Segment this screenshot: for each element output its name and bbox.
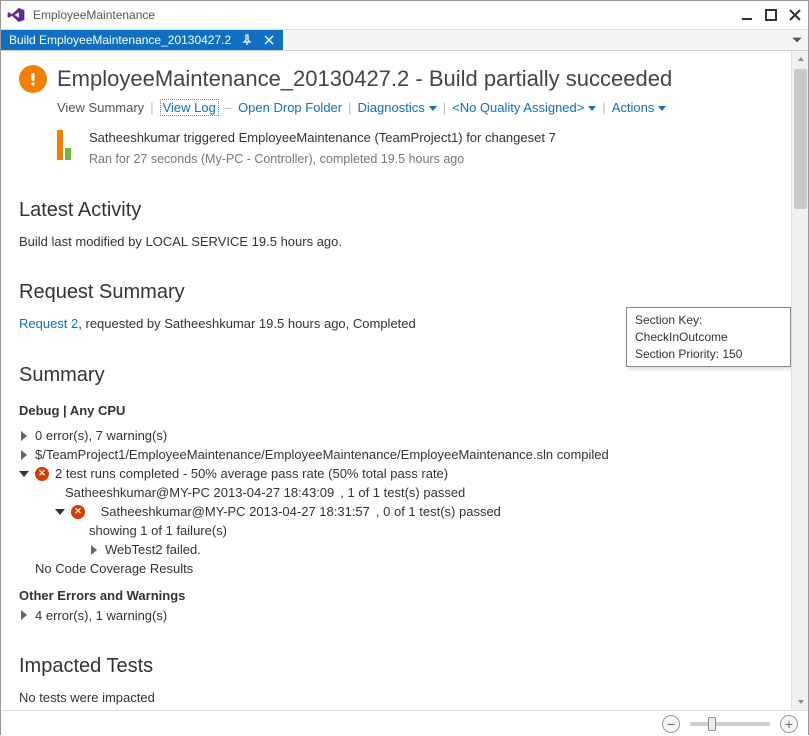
expander-icon[interactable] (19, 469, 29, 479)
zoom-slider[interactable] (690, 722, 770, 726)
view-log-link[interactable]: View Log (160, 99, 219, 116)
close-button[interactable] (788, 8, 802, 22)
scroll-down-icon[interactable] (792, 694, 809, 710)
page-title: EmployeeMaintenance_20130427.2 - Build p… (57, 66, 672, 92)
chevron-down-icon (658, 106, 666, 111)
open-drop-link[interactable]: Open Drop Folder (238, 100, 342, 115)
testrun-link[interactable]: Satheeshkumar@MY-PC 2013-04-27 18:31:57 (101, 504, 370, 519)
expander-icon[interactable] (19, 431, 29, 441)
expander-icon[interactable] (89, 545, 99, 555)
section-latest-activity: Latest Activity (19, 199, 773, 222)
diagnostics-dropdown[interactable]: Diagnostics (358, 100, 437, 115)
tab-dropdown-icon[interactable] (790, 33, 804, 47)
other-errors-header: Other Errors and Warnings (19, 586, 773, 606)
expander-icon[interactable] (19, 450, 29, 460)
slider-knob[interactable] (708, 717, 716, 731)
tab-bar: Build EmployeeMaintenance_20130427.2 (1, 29, 808, 51)
build-bar-chart-icon (57, 130, 75, 160)
expander-icon[interactable] (55, 507, 65, 517)
tree-row-other-errors[interactable]: 4 error(s), 1 warning(s) (19, 606, 773, 625)
tab-build[interactable]: Build EmployeeMaintenance_20130427.2 (1, 30, 283, 50)
zoom-in-button[interactable]: + (780, 715, 798, 733)
actions-dropdown[interactable]: Actions (612, 100, 667, 115)
request-link[interactable]: Request 2 (19, 316, 78, 331)
warning-icon (19, 65, 47, 93)
trigger-subline: Ran for 27 seconds (My-PC - Controller),… (89, 149, 556, 169)
error-icon (71, 505, 85, 519)
zoom-out-button[interactable]: − (662, 715, 680, 733)
window-title: EmployeeMaintenance (33, 8, 155, 22)
view-summary-link[interactable]: View Summary (57, 100, 144, 115)
tab-label: Build EmployeeMaintenance_20130427.2 (9, 33, 231, 47)
tree-row-errors[interactable]: 0 error(s), 7 warning(s) (19, 426, 773, 445)
chevron-down-icon (588, 106, 596, 111)
quality-dropdown[interactable]: <No Quality Assigned> (452, 100, 596, 115)
minimize-button[interactable] (740, 8, 754, 22)
tree-row-nocov: No Code Coverage Results (35, 559, 773, 578)
maximize-button[interactable] (764, 8, 778, 22)
testrun-link[interactable]: Satheeshkumar@MY-PC 2013-04-27 18:43:09 (65, 485, 334, 500)
tree-row-testruns[interactable]: 2 test runs completed - 50% average pass… (19, 464, 773, 483)
scrollbar-thumb[interactable] (794, 69, 807, 209)
tab-close-icon[interactable] (263, 34, 275, 46)
pin-icon[interactable] (241, 34, 253, 46)
section-request-summary: Request Summary (19, 281, 773, 304)
summary-config: Debug | Any CPU (19, 401, 773, 421)
tree-row-run1: Satheeshkumar@MY-PC 2013-04-27 18:43:09,… (65, 483, 773, 502)
content-area: EmployeeMaintenance_20130427.2 - Build p… (1, 51, 791, 710)
chevron-down-icon (429, 106, 437, 111)
scroll-up-icon[interactable] (792, 51, 809, 67)
impacted-body: No tests were impacted (19, 688, 773, 708)
vertical-scrollbar[interactable] (791, 51, 808, 710)
vs-logo-icon (7, 8, 25, 22)
tree-row-fail[interactable]: WebTest2 failed. (89, 540, 773, 559)
tooltip: Section Key: CheckInOutcome Section Prio… (626, 307, 791, 367)
tree-row-showing: showing 1 of 1 failure(s) (89, 521, 773, 540)
expander-icon[interactable] (19, 610, 29, 620)
tree-row-compiled[interactable]: $/TeamProject1/EmployeeMaintenance/Emplo… (19, 445, 773, 464)
footer-zoom-bar: − + (1, 710, 808, 736)
section-impacted: Impacted Tests (19, 655, 773, 678)
error-icon (35, 467, 49, 481)
tree-row-run2[interactable]: Satheeshkumar@MY-PC 2013-04-27 18:31:57,… (55, 502, 773, 521)
action-link-bar: View Summary | View Log – Open Drop Fold… (57, 99, 773, 116)
latest-activity-body: Build last modified by LOCAL SERVICE 19.… (19, 232, 773, 252)
trigger-line: Satheeshkumar triggered EmployeeMaintena… (89, 128, 556, 149)
title-bar: EmployeeMaintenance (1, 1, 808, 29)
request-rest: , requested by Satheeshkumar 19.5 hours … (78, 316, 416, 331)
